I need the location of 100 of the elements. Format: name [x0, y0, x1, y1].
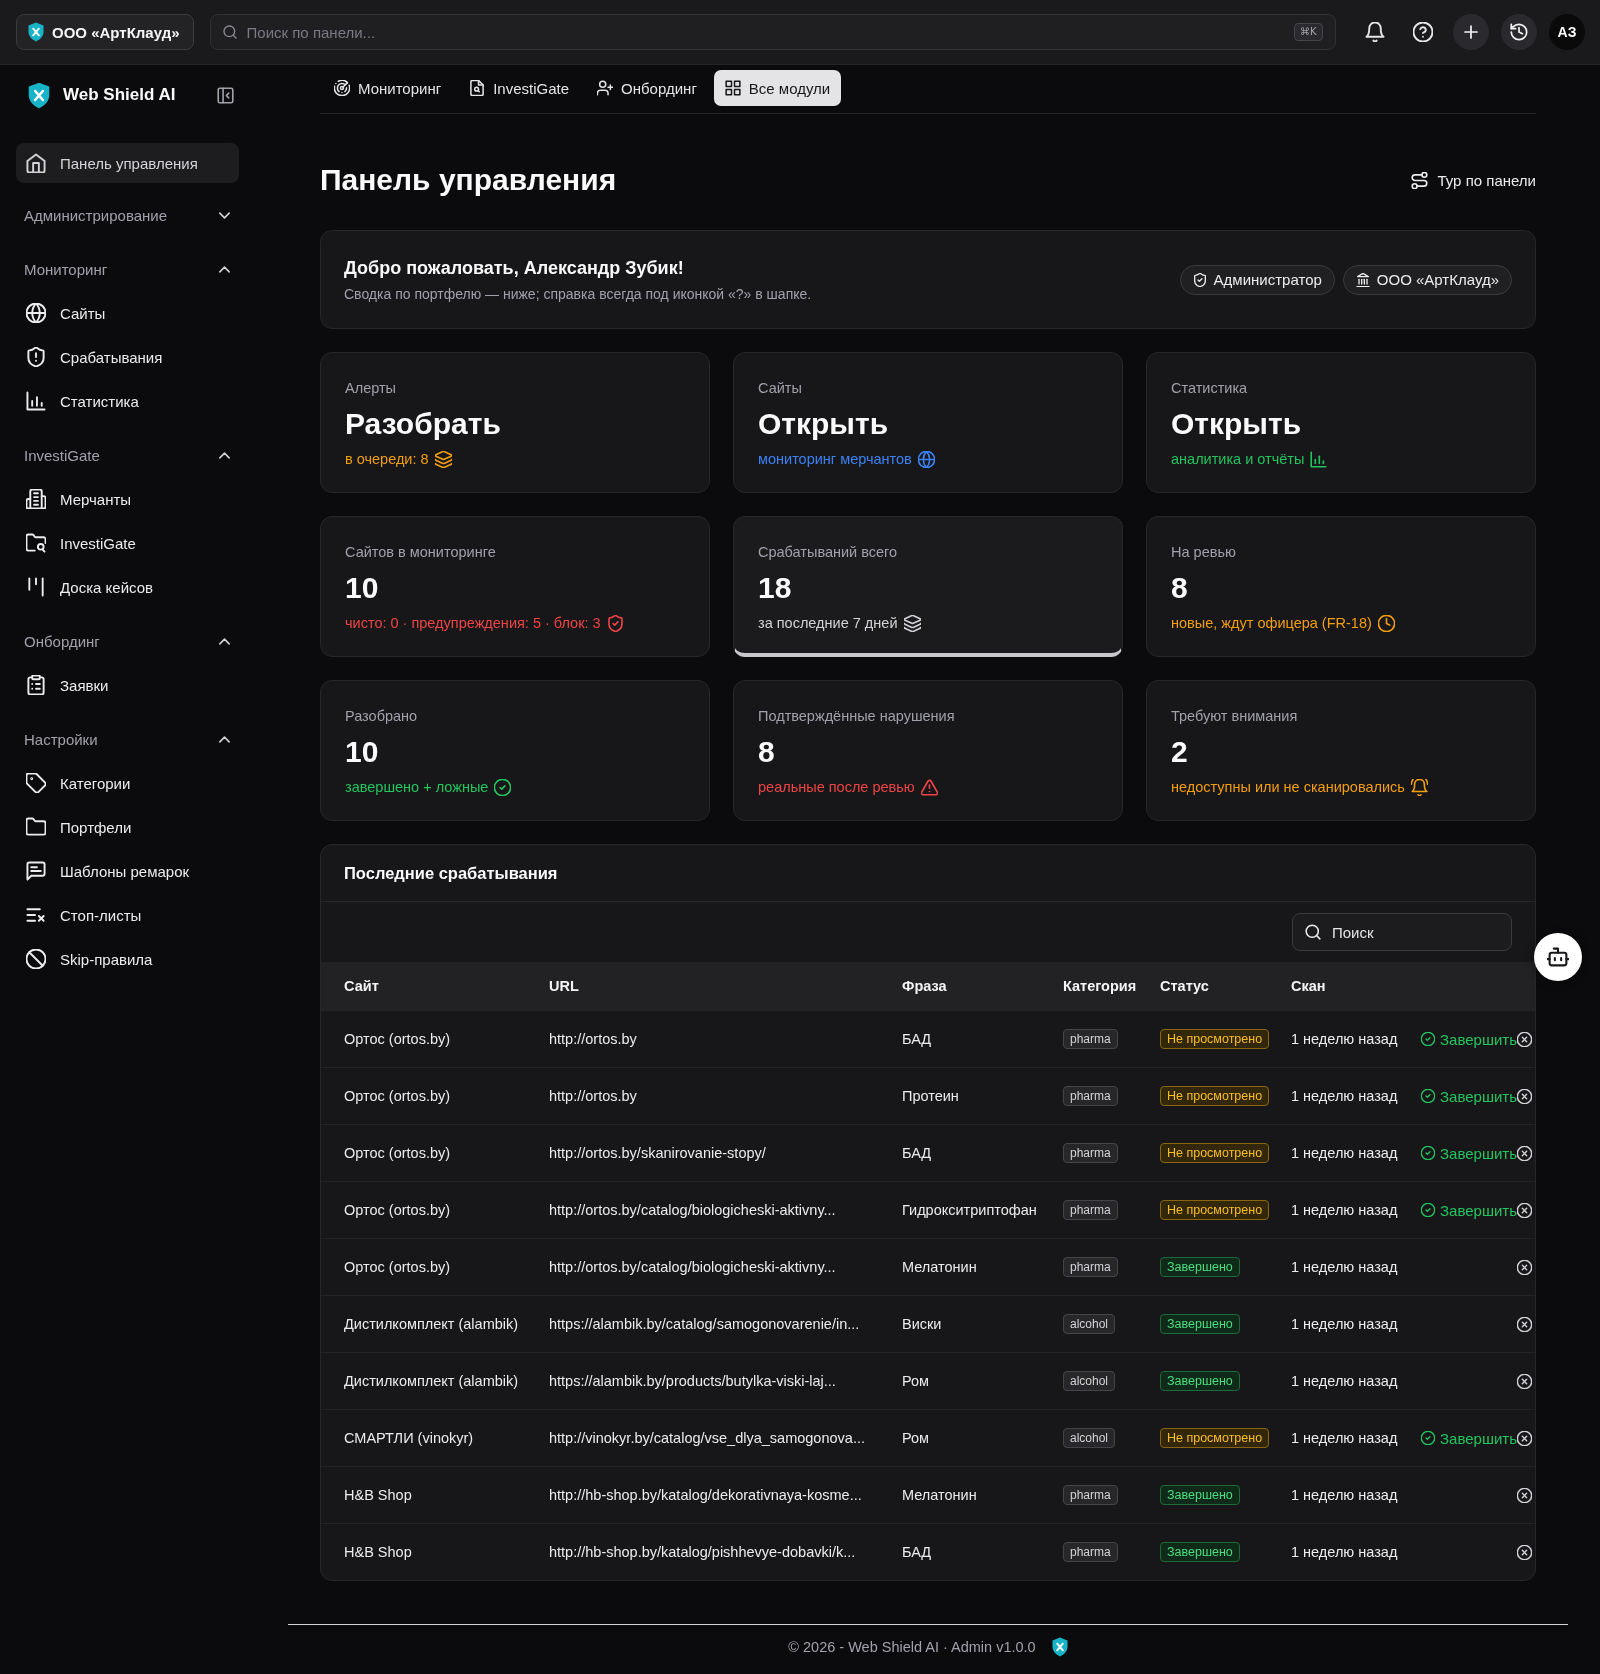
circle-x-icon[interactable] — [1517, 1373, 1532, 1389]
folder-icon — [26, 817, 46, 837]
stat-card[interactable]: Сайты Открыть мониторинг мерчантов — [733, 352, 1123, 493]
stat-card[interactable]: Разобрано 10 завершено + ложные — [320, 680, 710, 821]
history-icon — [1510, 23, 1528, 41]
sidebar-item[interactable]: Заявки — [16, 663, 239, 707]
complete-button[interactable]: Завершить — [1421, 1087, 1517, 1105]
tab[interactable]: Все модули — [713, 70, 842, 106]
shortcut-key: ⌘K — [1293, 23, 1323, 41]
category-tag: alcohol — [1063, 1428, 1116, 1448]
sidebar-section-toggle[interactable]: Администрирование — [16, 193, 239, 237]
tour-button[interactable]: Тур по панели — [1411, 171, 1536, 189]
sidebar-section-toggle[interactable]: InvestiGate — [16, 433, 239, 477]
shield-alert-icon — [26, 347, 46, 367]
trigger-phrase: Протеин — [902, 1088, 960, 1104]
stat-note: чисто: 0 · предупреждения: 5 · блок: 3 — [345, 614, 601, 633]
status-badge: Завершено — [1160, 1371, 1240, 1391]
column-header[interactable]: Скан — [1291, 978, 1421, 994]
circle-x-icon[interactable] — [1517, 1316, 1532, 1332]
welcome-title: Добро пожаловать, Александр Зубик! — [344, 256, 685, 280]
search-field[interactable]: Поиск — [1292, 913, 1512, 951]
tab[interactable]: Мониторинг — [323, 70, 453, 106]
sidebar-item[interactable]: Панель управления — [16, 143, 239, 183]
stat-value: Открыть — [1171, 406, 1303, 442]
stat-card[interactable]: Срабатываний всего 18 за последние 7 дней — [733, 516, 1123, 657]
sidebar-item[interactable]: Статистика — [16, 379, 239, 423]
org-switcher[interactable]: ООО «АртКлауд» — [16, 14, 194, 50]
column-header[interactable]: URL — [549, 978, 902, 994]
sidebar-item[interactable]: Мерчанты — [16, 477, 239, 521]
circle-x-icon[interactable] — [1517, 1259, 1532, 1275]
stat-label: На ревью — [1171, 543, 1237, 562]
sidebar-section-toggle[interactable]: Мониторинг — [16, 247, 239, 291]
panel-left-icon[interactable] — [217, 86, 234, 104]
page-url: http://ortos.by — [549, 1031, 638, 1047]
site-name: H&B Shop — [344, 1544, 413, 1560]
sidebar-item[interactable]: Доска кейсов — [16, 565, 239, 609]
shield-logo-icon — [28, 81, 50, 109]
welcome-subtitle: Сводка по портфелю — ниже; справка всегда под иконкой «?» в шапке. — [344, 284, 812, 304]
circle-x-icon[interactable] — [1517, 1145, 1532, 1161]
layers-icon — [903, 614, 921, 632]
circle-x-icon[interactable] — [1517, 1202, 1532, 1218]
trigger-phrase: Ром — [902, 1373, 931, 1389]
circle-x-icon[interactable] — [1517, 1088, 1532, 1104]
sidebar-item[interactable]: Категории — [16, 761, 239, 805]
stat-card[interactable]: Подтверждённые нарушения 8 реальные после ревью — [733, 680, 1123, 821]
sidebar-item[interactable]: InvestiGate — [16, 521, 239, 565]
globe-icon — [917, 450, 935, 468]
history-button[interactable] — [1501, 14, 1537, 50]
stat-value: 8 — [1171, 570, 1189, 606]
stat-card[interactable]: Алерты Разобрать в очереди: 8 — [320, 352, 710, 493]
category-tag: pharma — [1063, 1143, 1118, 1163]
sidebar-item[interactable]: Шаблоны ремарок — [16, 849, 239, 893]
scan-time: 1 неделю назад — [1291, 1088, 1399, 1104]
circle-x-icon[interactable] — [1517, 1487, 1532, 1503]
sidebar-item[interactable]: Срабатывания — [16, 335, 239, 379]
route-icon — [1411, 171, 1429, 189]
sidebar-item[interactable]: Стоп-листы — [16, 893, 239, 937]
column-header[interactable]: Сайт — [344, 978, 549, 994]
trigger-phrase: БАД — [902, 1145, 933, 1161]
bar-chart-icon — [1310, 450, 1328, 468]
stat-value: Разобрать — [345, 406, 502, 442]
add-button[interactable] — [1453, 14, 1489, 50]
complete-button[interactable]: Завершить — [1421, 1201, 1517, 1219]
sidebar-item[interactable]: Skip-правила — [16, 937, 239, 981]
tab[interactable]: Онбординг — [586, 70, 708, 106]
stat-card[interactable]: Требуют внимания 2 недоступны или не сканировались — [1146, 680, 1536, 821]
complete-button[interactable]: Завершить — [1421, 1144, 1517, 1162]
stat-card[interactable]: На ревью 8 новые, ждут офицера (FR-18) — [1146, 516, 1536, 657]
sidebar-section-toggle[interactable]: Онбординг — [16, 619, 239, 663]
stat-note: за последние 7 дней — [758, 614, 898, 633]
column-header[interactable]: Фраза — [902, 978, 1063, 994]
scan-time: 1 неделю назад — [1291, 1373, 1399, 1389]
bell-icon[interactable] — [1365, 22, 1385, 42]
stat-card[interactable]: Статистика Открыть аналитика и отчёты — [1146, 352, 1536, 493]
circle-x-icon[interactable] — [1517, 1031, 1532, 1047]
stat-label: Сайты — [758, 379, 803, 398]
status-badge: Завершено — [1160, 1257, 1240, 1277]
column-header[interactable]: Категория — [1063, 978, 1160, 994]
plus-icon — [1462, 23, 1480, 41]
column-header[interactable]: Статус — [1160, 978, 1291, 994]
stat-card[interactable]: Сайтов в мониторинге 10 чисто: 0 · предупреждения: 5 · блок: 3 — [320, 516, 710, 657]
circle-x-icon[interactable] — [1517, 1430, 1532, 1446]
avatar[interactable]: АЗ — [1549, 14, 1585, 50]
stat-value: 8 — [758, 734, 776, 770]
page-url: http://ortos.by/skanirovanie-stopy/ — [549, 1145, 767, 1161]
complete-button[interactable]: Завершить — [1421, 1429, 1517, 1447]
assistant-button[interactable] — [1534, 933, 1582, 981]
layers-icon — [434, 450, 452, 468]
trigger-phrase: Мелатонин — [902, 1259, 978, 1275]
sidebar-item[interactable]: Сайты — [16, 291, 239, 335]
circle-x-icon[interactable] — [1517, 1544, 1532, 1560]
complete-button[interactable]: Завершить — [1421, 1030, 1517, 1048]
sidebar-item[interactable]: Портфели — [16, 805, 239, 849]
page-url: https://alambik.by/catalog/samogonovarenie/in... — [549, 1316, 861, 1332]
tab[interactable]: InvestiGate — [458, 70, 581, 106]
category-tag: pharma — [1063, 1542, 1118, 1562]
stat-note: мониторинг мерчантов — [758, 450, 912, 469]
help-icon[interactable] — [1413, 22, 1433, 42]
sidebar-section-toggle[interactable]: Настройки — [16, 717, 239, 761]
table-title: Последние срабатывания — [344, 863, 558, 883]
